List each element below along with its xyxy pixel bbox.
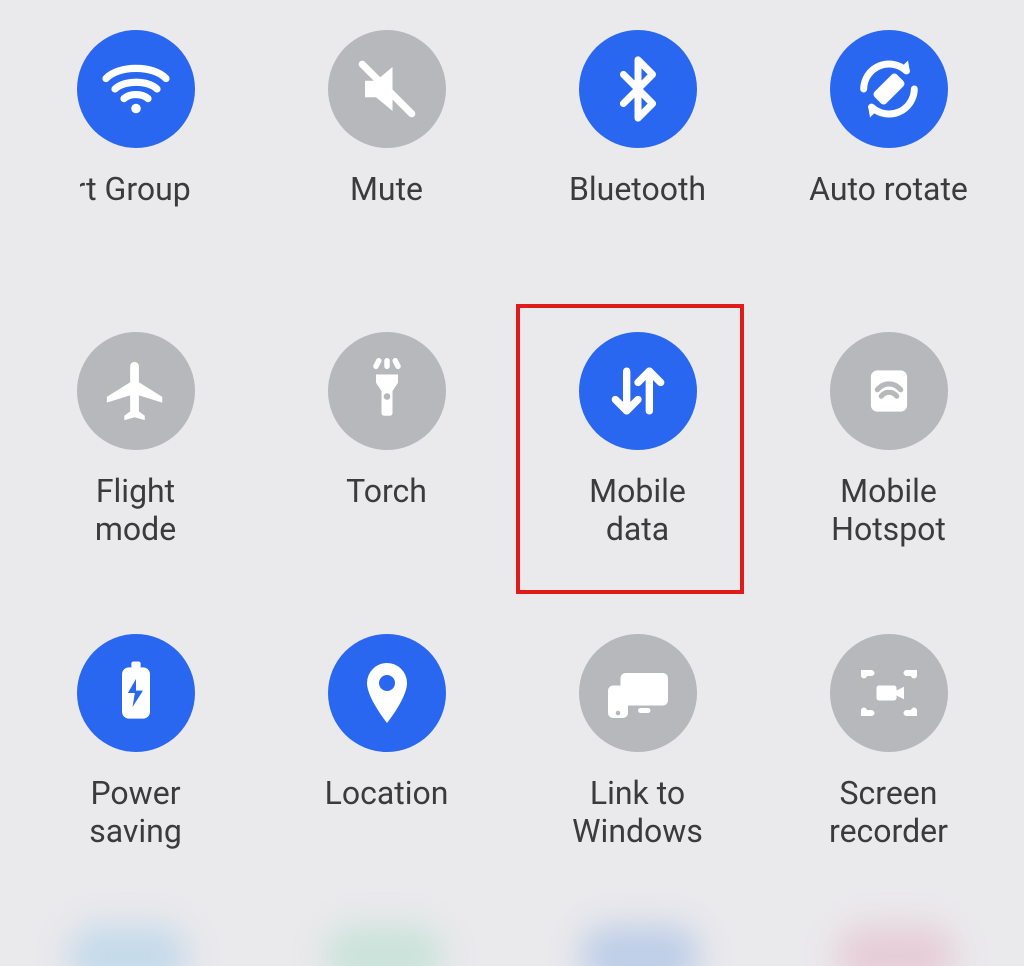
tile-torch[interactable]: Torch [261,332,512,624]
tile-label: Auto rotate [809,170,968,208]
tile-auto-rotate[interactable]: Auto rotate [763,30,1014,322]
screen-recorder-icon [830,634,948,752]
quick-settings-panel: pport Group Mute Bluetooth [0,0,1024,966]
tile-flight-mode[interactable]: Flight mode [10,332,261,624]
tile-wifi[interactable]: pport Group [10,30,261,322]
mobile-data-icon [579,332,697,450]
airplane-icon [77,332,195,450]
link-windows-icon [579,634,697,752]
location-icon [328,634,446,752]
tile-label: Bluetooth [569,170,706,208]
tile-label: Mute [350,170,423,208]
tile-label: Link to Windows [572,774,703,851]
tile-label: Location [325,774,449,812]
tile-label: Flight mode [95,472,176,549]
bluetooth-icon [579,30,697,148]
tile-link-windows[interactable]: Link to Windows [512,634,763,926]
battery-icon [77,634,195,752]
tile-screen-recorder[interactable]: Screen recorder [763,634,1014,926]
tile-label: Screen recorder [829,774,948,851]
tile-label: pport Group [80,170,190,208]
tile-label: Mobile Hotspot [831,472,946,549]
tile-mobile-data[interactable]: Mobile data [512,332,763,624]
hotspot-icon [830,332,948,450]
tile-label: Mobile data [589,472,686,549]
tile-bluetooth[interactable]: Bluetooth [512,30,763,322]
tile-label: Power saving [89,774,182,851]
auto-rotate-icon [830,30,948,148]
tile-power-saving[interactable]: Power saving [10,634,261,926]
torch-icon [328,332,446,450]
tile-label: Torch [346,472,427,510]
wifi-icon [77,30,195,148]
tile-mobile-hotspot[interactable]: Mobile Hotspot [763,332,1014,624]
mute-icon [328,30,446,148]
tile-location[interactable]: Location [261,634,512,926]
tile-mute[interactable]: Mute [261,30,512,322]
